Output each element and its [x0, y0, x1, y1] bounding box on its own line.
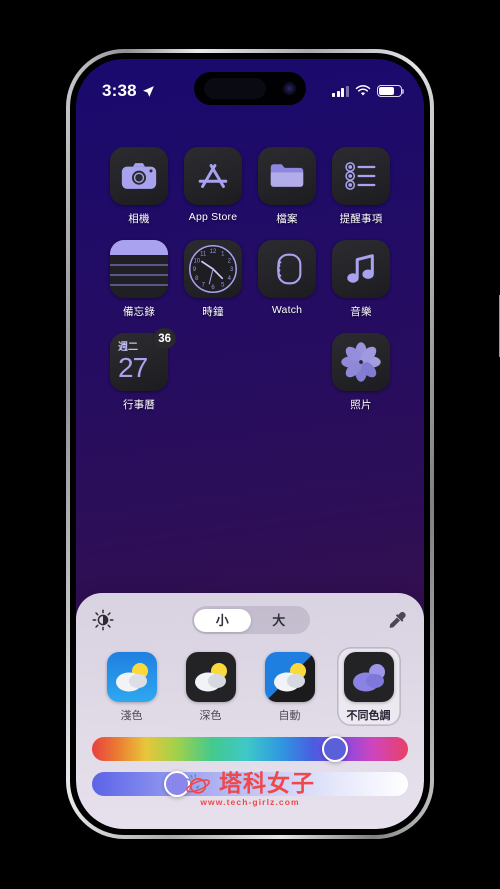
app-icon-music[interactable]: 音樂: [327, 240, 395, 319]
screenshot-root: 3:38 相機 App Store 檔案 提醒事項 備忘錄 12 1 2 3 4…: [0, 0, 500, 889]
segment-large[interactable]: 大: [251, 609, 308, 632]
status-bar-right: [332, 84, 405, 98]
app-label: 備忘錄: [122, 306, 156, 318]
appearance-option-auto[interactable]: 自動: [258, 647, 322, 726]
app-icon-files[interactable]: 檔案: [253, 147, 321, 226]
saturation-slider[interactable]: [92, 771, 408, 797]
eyedropper-icon[interactable]: [387, 610, 408, 631]
svg-text:2: 2: [228, 259, 231, 265]
svg-text:11: 11: [200, 252, 207, 258]
phone-bezel: 3:38 相機 App Store 檔案 提醒事項 備忘錄 12 1 2 3 4…: [70, 53, 430, 835]
app-icon-calendar[interactable]: 36 週二 27 行事曆: [105, 328, 176, 412]
svg-text:7: 7: [202, 282, 205, 288]
home-screen-customize-panel: 小 大 淺色 深色 自動 不同色調 塔科女子 www.tech-girlz.co…: [76, 593, 424, 829]
app-label: 行事曆: [122, 399, 156, 411]
weather-auto-icon: [264, 652, 315, 702]
phone-screen: 3:38 相機 App Store 檔案 提醒事項 備忘錄 12 1 2 3 4…: [76, 59, 424, 829]
app-label: Watch: [271, 304, 303, 316]
watermark-url: www.tech-girlz.com: [200, 797, 300, 807]
camera-icon: [110, 147, 168, 205]
reminders-icon: [332, 147, 390, 205]
app-label: 音樂: [350, 306, 372, 318]
svg-text:10: 10: [193, 259, 200, 265]
music-note-icon: [332, 240, 390, 298]
clock-time: 3:38: [102, 81, 137, 100]
calendar-day-number: 27: [118, 351, 148, 383]
photos-icon: [332, 333, 390, 391]
app-label: 相機: [128, 213, 150, 225]
appearance-label: 淺色: [120, 710, 143, 722]
front-camera-icon: [284, 83, 295, 94]
segment-small[interactable]: 小: [194, 608, 251, 632]
app-label: 提醒事項: [339, 213, 383, 225]
appearance-option-tinted[interactable]: 不同色調: [336, 647, 401, 726]
app-label: 照片: [350, 399, 372, 411]
appearance-label: 自動: [278, 710, 301, 722]
app-icon-reminders[interactable]: 提醒事項: [327, 147, 395, 226]
appearance-label: 不同色調: [346, 710, 391, 722]
app-label: 檔案: [276, 213, 298, 225]
battery-icon: [377, 84, 405, 98]
notes-icon: [110, 240, 168, 298]
files-folder-icon: [258, 147, 316, 205]
wifi-icon: [355, 85, 371, 96]
dynamic-island: [194, 72, 306, 105]
clock-icon: 12 1 23 45 67 89 10 11: [184, 240, 242, 298]
app-label: App Store: [188, 211, 238, 223]
appearance-option-light[interactable]: 淺色: [100, 647, 164, 726]
color-sliders: [92, 736, 408, 797]
appearance-options: 淺色 深色 自動 不同色調: [92, 647, 408, 726]
app-label: 時鐘: [202, 306, 224, 318]
app-grid: 相機 App Store 檔案 提醒事項 備忘錄 12 1 2 3 4 5 6 …: [102, 147, 398, 412]
panel-toolbar: 小 大: [92, 603, 408, 637]
location-arrow-icon: [142, 85, 154, 97]
appearance-label: 深色: [199, 710, 222, 722]
hue-slider[interactable]: [92, 736, 408, 762]
svg-text:12: 12: [210, 249, 217, 255]
signal-bars-icon: [332, 85, 349, 97]
app-icon-photos[interactable]: 照片: [327, 333, 395, 412]
icon-size-segmented-control[interactable]: 小 大: [191, 606, 310, 634]
phone-frame: 3:38 相機 App Store 檔案 提醒事項 備忘錄 12 1 2 3 4…: [66, 49, 500, 839]
app-icon-clock[interactable]: 12 1 23 45 67 89 10 11 時鐘: [179, 240, 247, 319]
home-screen: 相機 App Store 檔案 提醒事項 備忘錄 12 1 2 3 4 5 6 …: [76, 115, 424, 412]
saturation-slider-thumb[interactable]: [164, 771, 191, 797]
app-store-icon: [184, 147, 242, 205]
appearance-option-dark[interactable]: 深色: [179, 647, 243, 726]
weather-tinted-icon: [343, 652, 394, 702]
brightness-half-icon[interactable]: [92, 609, 114, 631]
status-bar-left: 3:38: [102, 81, 155, 101]
calendar-badge: 36: [153, 328, 176, 349]
app-icon-watch[interactable]: Watch: [253, 240, 321, 319]
app-icon-app-store[interactable]: App Store: [179, 147, 247, 226]
weather-dark-icon: [185, 652, 236, 702]
app-icon-camera[interactable]: 相機: [105, 147, 173, 226]
watch-icon: [258, 240, 316, 298]
app-icon-notes[interactable]: 備忘錄: [105, 240, 173, 319]
hue-slider-thumb[interactable]: [322, 736, 349, 762]
weather-light-icon: [106, 652, 157, 702]
